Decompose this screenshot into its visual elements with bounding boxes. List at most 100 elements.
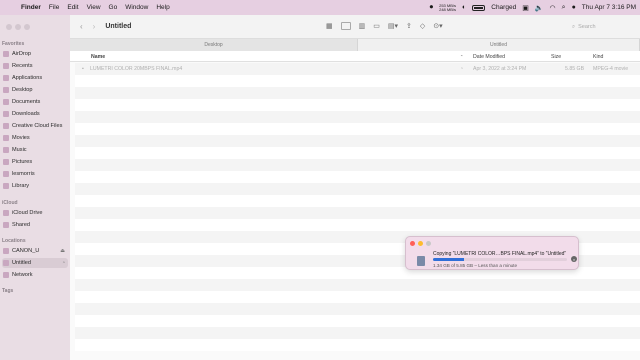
group-button[interactable]: ▤▾ xyxy=(388,22,398,30)
file-name: LUMETRI COLOR 20MBPS FINAL.mp4 xyxy=(90,66,183,72)
empty-row xyxy=(75,183,640,195)
sidebar-item-shared[interactable]: Shared xyxy=(2,220,68,230)
wifi-icon[interactable]: ◠ xyxy=(550,4,556,12)
sidebar-item-icloud-drive[interactable]: iCloud Drive xyxy=(2,208,68,218)
table-row[interactable]: ▪ LUMETRI COLOR 20MBPS FINAL.mp4 ◔ Apr 3… xyxy=(75,63,640,75)
download-icon xyxy=(3,111,9,117)
empty-row xyxy=(75,135,640,147)
copy-progress-dialog: Copying “LUMETRI COLOR…BPS FINAL.mp4” to… xyxy=(405,236,579,270)
column-kind[interactable]: Kind xyxy=(593,54,603,60)
folder-icon xyxy=(3,183,9,189)
sidebar-item-canon[interactable]: CANON_U ⏏ xyxy=(2,246,68,256)
sidebar-item-home[interactable]: lesmorris xyxy=(2,169,68,179)
sidebar-item-documents[interactable]: Documents xyxy=(2,97,68,107)
gallery-view-button[interactable]: ▭ xyxy=(373,22,380,30)
sidebar-item-network[interactable]: Network xyxy=(2,270,68,280)
stop-copy-button[interactable]: × xyxy=(571,256,577,262)
menu-file[interactable]: File xyxy=(49,4,59,11)
sidebar-item-untitled[interactable]: Untitled ◔ xyxy=(2,258,68,268)
search-field[interactable]: ⌕ Search xyxy=(572,22,638,32)
sidebar-item-desktop[interactable]: Desktop xyxy=(2,85,68,95)
dialog-traffic-lights xyxy=(410,241,431,246)
sidebar-item-music[interactable]: Music xyxy=(2,145,68,155)
dialog-minimize-button[interactable] xyxy=(418,241,423,246)
folder-icon xyxy=(3,123,9,129)
zoom-button[interactable] xyxy=(24,24,30,30)
empty-row xyxy=(75,75,640,87)
tab-desktop[interactable]: Desktop xyxy=(70,39,358,51)
menu-help[interactable]: Help xyxy=(156,4,169,11)
sidebar-item-label: Network xyxy=(12,272,33,278)
copy-status: 1.34 GB of 5.85 GB – Less than a minute xyxy=(433,263,518,268)
file-kind: MPEG-4 movie xyxy=(593,66,629,72)
volume-icon[interactable]: 🔈 xyxy=(535,4,544,12)
sidebar-item-airdrop[interactable]: AirDrop xyxy=(2,49,68,59)
network-monitor[interactable]: 253 MB/s 248 MB/s xyxy=(439,3,456,12)
eject-icon[interactable]: ⏏ xyxy=(60,248,65,254)
tag-icon[interactable]: ◇ xyxy=(420,22,425,30)
theme-icon[interactable]: ◐ xyxy=(462,4,466,11)
toolbar: ‹ › Untitled ▦ ▥ ▭ ▤▾ ⇪ ◇ ⊙▾ ⌕ Search xyxy=(70,15,640,39)
sidebar-section-tags: Tags xyxy=(2,288,14,294)
sidebar-item-downloads[interactable]: Downloads xyxy=(2,109,68,119)
sidebar-item-recents[interactable]: Recents xyxy=(2,61,68,71)
menu-edit[interactable]: Edit xyxy=(67,4,78,11)
file-size: 5.85 GB xyxy=(565,66,585,72)
dialog-zoom-button[interactable] xyxy=(426,241,431,246)
datetime[interactable]: Thu Apr 7 3:16 PM xyxy=(582,4,636,11)
back-button[interactable]: ‹ xyxy=(80,22,83,31)
column-name[interactable]: Name xyxy=(91,54,105,60)
menu-view[interactable]: View xyxy=(87,4,101,11)
empty-row xyxy=(75,123,640,135)
menu-app-finder[interactable]: Finder xyxy=(21,4,41,11)
sidebar-item-label: Creative Cloud Files xyxy=(12,123,63,129)
siri-icon[interactable]: ● xyxy=(572,4,576,11)
sidebar-item-label: Documents xyxy=(12,99,41,105)
empty-row xyxy=(75,147,640,159)
empty-row xyxy=(75,207,640,219)
sidebar-item-pictures[interactable]: Pictures xyxy=(2,157,68,167)
music-icon xyxy=(3,147,9,153)
empty-row xyxy=(75,99,640,111)
column-date-modified[interactable]: Date Modified xyxy=(473,54,505,60)
sidebar: Favorites AirDrop Recents Applications D… xyxy=(0,15,70,360)
sidebar-item-label: Desktop xyxy=(12,87,33,93)
column-view-button[interactable]: ▥ xyxy=(359,22,366,30)
empty-row xyxy=(75,159,640,171)
copy-message: Copying “LUMETRI COLOR…BPS FINAL.mp4” to… xyxy=(433,251,567,257)
film-icon xyxy=(3,135,9,141)
empty-row xyxy=(75,303,640,315)
list-view-button[interactable] xyxy=(340,22,351,30)
empty-row xyxy=(75,327,640,339)
dialog-close-button[interactable] xyxy=(410,241,415,246)
sort-chevron-icon: ⌃ xyxy=(460,54,464,59)
menu-go[interactable]: Go xyxy=(109,4,118,11)
battery-icon[interactable] xyxy=(472,4,486,11)
sidebar-item-movies[interactable]: Movies xyxy=(2,133,68,143)
sidebar-item-creative-cloud[interactable]: Creative Cloud Files xyxy=(2,121,68,131)
close-button[interactable] xyxy=(6,24,12,30)
window-traffic-lights xyxy=(6,24,30,30)
copy-progress-icon: ◔ xyxy=(460,66,464,72)
spotlight-icon[interactable]: ⌕ xyxy=(562,4,566,12)
record-icon[interactable]: ⏺ xyxy=(430,4,434,12)
forward-button[interactable]: › xyxy=(93,22,96,31)
menu-bar: Finder File Edit View Go Window Help ⏺ 2… xyxy=(0,0,640,15)
minimize-button[interactable] xyxy=(15,24,21,30)
sidebar-item-applications[interactable]: Applications xyxy=(2,73,68,83)
tab-untitled[interactable]: Untitled xyxy=(358,39,640,51)
more-actions-button[interactable]: ⊙▾ xyxy=(433,22,442,30)
column-size[interactable]: Size xyxy=(551,54,561,60)
finder-window: Favorites AirDrop Recents Applications D… xyxy=(0,15,640,360)
icon-view-button[interactable]: ▦ xyxy=(326,22,333,30)
battery-status[interactable]: Charged xyxy=(491,4,516,11)
sidebar-item-label: Downloads xyxy=(12,111,40,117)
control-icon[interactable]: ▣ xyxy=(522,4,529,12)
share-icon[interactable]: ⇪ xyxy=(406,22,412,30)
drive-icon xyxy=(3,248,9,254)
sidebar-item-label: iCloud Drive xyxy=(12,210,43,216)
empty-row xyxy=(75,87,640,99)
sidebar-item-library[interactable]: Library xyxy=(2,181,68,191)
menu-window[interactable]: Window xyxy=(125,4,148,11)
airdrop-icon xyxy=(3,51,9,57)
